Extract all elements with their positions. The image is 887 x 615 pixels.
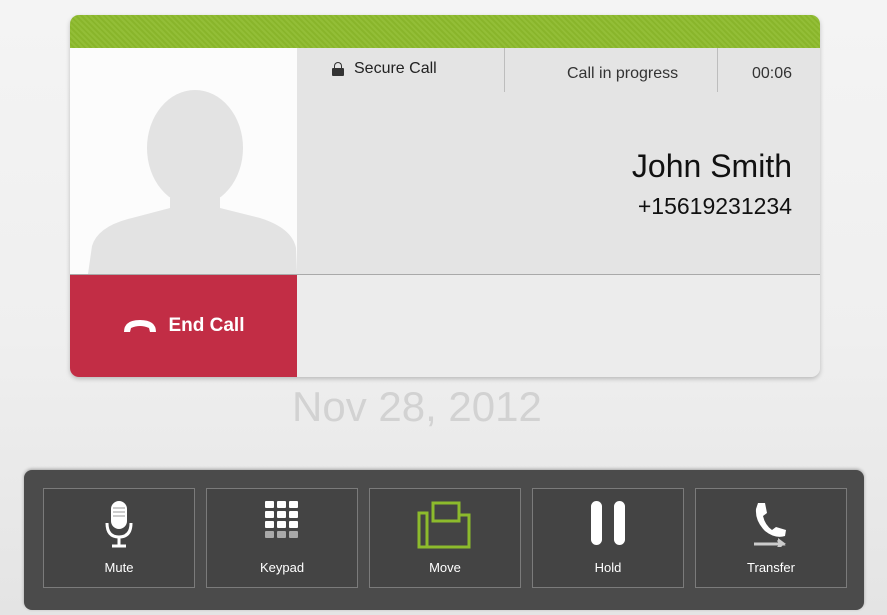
transfer-button[interactable]: Transfer bbox=[695, 488, 847, 588]
caller-number: +15619231234 bbox=[637, 193, 792, 219]
secure-call-indicator: Secure Call bbox=[332, 60, 437, 78]
hold-label: Hold bbox=[594, 560, 622, 575]
status-top-bar bbox=[70, 15, 820, 48]
keypad-label: Keypad bbox=[259, 560, 305, 575]
move-label: Move bbox=[429, 560, 461, 575]
call-timer: 00:06 bbox=[752, 65, 793, 82]
keypad-icon bbox=[207, 501, 357, 543]
transfer-label: Transfer bbox=[747, 560, 795, 575]
phone-hangup-icon bbox=[124, 320, 157, 332]
end-call-button[interactable]: End Call bbox=[70, 275, 297, 377]
header-divider bbox=[717, 48, 718, 92]
call-status: Call in progress bbox=[567, 65, 679, 82]
call-date: Nov 28, 2012 bbox=[292, 383, 542, 430]
secure-call-label: Secure Call bbox=[354, 60, 437, 77]
hold-button[interactable]: Hold bbox=[532, 488, 684, 588]
header-divider bbox=[504, 48, 505, 92]
lock-icon bbox=[332, 62, 344, 76]
call-card: Secure Call Call in progress 00:06 John … bbox=[70, 15, 820, 377]
person-silhouette-icon bbox=[70, 48, 297, 274]
mute-button[interactable]: Mute bbox=[43, 488, 195, 588]
avatar bbox=[70, 48, 297, 274]
move-icon bbox=[370, 501, 520, 549]
mute-label: Mute bbox=[104, 560, 134, 575]
move-button[interactable]: Move bbox=[369, 488, 521, 588]
caller-name: John Smith bbox=[631, 148, 792, 184]
pause-icon bbox=[533, 501, 683, 545]
caller-info-panel: Secure Call Call in progress 00:06 John … bbox=[297, 48, 820, 274]
call-header: Secure Call Call in progress 00:06 bbox=[297, 48, 820, 92]
keypad-button[interactable]: Keypad bbox=[206, 488, 358, 588]
end-call-label: End Call bbox=[168, 315, 245, 336]
call-toolbar: Mute Keypad Move Hold Transfer bbox=[24, 470, 864, 610]
card-bottom-panel bbox=[297, 275, 820, 377]
microphone-icon bbox=[44, 501, 194, 549]
transfer-icon bbox=[696, 501, 846, 547]
